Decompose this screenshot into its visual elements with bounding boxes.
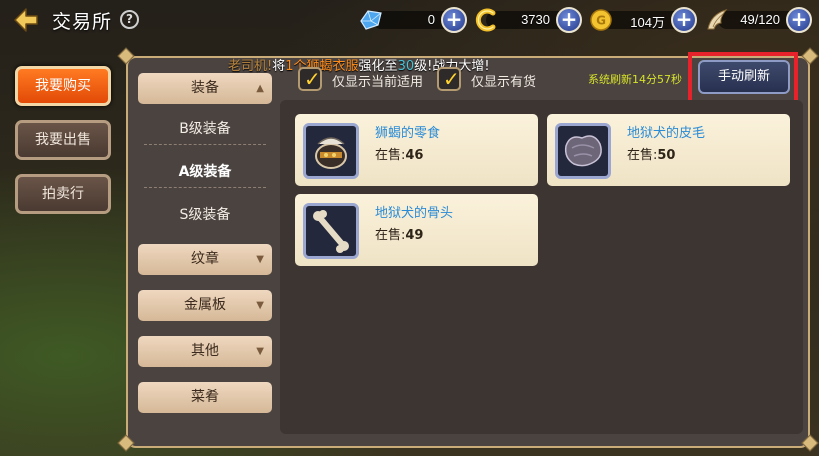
item-name: 地狱犬的骨头 [375, 206, 454, 221]
stock-label: 在售: [627, 148, 658, 163]
help-icon[interactable]: ? [120, 10, 139, 29]
lion-scorpion-snack-icon [303, 123, 359, 179]
item-card[interactable]: 地狱犬的骨头 在售:49 [295, 194, 538, 266]
chevron-down-icon: ▼ [256, 254, 264, 265]
stock-count: 50 [657, 148, 676, 163]
stock-label: 在售: [375, 228, 406, 243]
filter-only-in-stock[interactable]: ✓ 仅显示有货 [437, 67, 547, 91]
chevron-up-icon: ▲ [256, 83, 264, 94]
coin-icon: G [588, 7, 614, 33]
resource-c-currency: 3730 + [472, 7, 582, 33]
item-stock: 在售:50 [627, 144, 675, 163]
ticker-text: 将 [272, 59, 286, 74]
resource-gold: G 104万 + [588, 7, 697, 33]
add-c-currency-button[interactable]: + [556, 7, 582, 33]
add-crystal-button[interactable]: + [441, 7, 467, 33]
add-gold-button[interactable]: + [671, 7, 697, 33]
category-label: 装备 [191, 80, 219, 96]
resource-stamina: 49/120 + [704, 7, 812, 33]
category-emblem[interactable]: 纹章 ▼ [138, 244, 272, 275]
stock-label: 在售: [375, 148, 406, 163]
highlight-box [688, 52, 798, 104]
chevron-down-icon: ▼ [256, 300, 264, 311]
tab-buy[interactable]: 我要购买 [15, 66, 111, 106]
resource-value: 0 [427, 12, 435, 27]
divider [144, 144, 266, 145]
subcategory-b-equipment[interactable]: B级装备 [144, 116, 266, 142]
category-equipment[interactable]: 装备 ▲ [138, 73, 272, 104]
category-dishes[interactable]: 菜肴 [138, 382, 272, 413]
ticker-prefix: 老司机! [228, 59, 273, 74]
check-icon: ✓ [443, 67, 460, 91]
check-icon: ✓ [304, 67, 321, 91]
refresh-countdown: 系统刷新14分57秒 [588, 73, 682, 86]
filter-label: 仅显示有货 [471, 75, 537, 90]
ticker-count: 1 [285, 59, 294, 74]
item-stock: 在售:49 [375, 224, 423, 243]
svg-text:G: G [596, 14, 606, 28]
filter-label: 仅显示当前适用 [332, 75, 424, 90]
category-label: 纹章 [191, 251, 219, 267]
divider [144, 187, 266, 188]
item-stock: 在售:46 [375, 144, 423, 163]
category-label: 其他 [191, 343, 219, 359]
item-name: 狮蝎的零食 [375, 126, 441, 141]
wing-icon [704, 7, 730, 33]
chevron-down-icon: ▼ [256, 346, 264, 357]
stock-count: 49 [405, 228, 424, 243]
back-arrow-icon[interactable] [12, 6, 40, 34]
category-label: 金属板 [184, 297, 226, 313]
hellhound-bone-icon [303, 203, 359, 259]
tab-auction[interactable]: 拍卖行 [15, 174, 111, 214]
resource-value: 49/120 [740, 12, 780, 27]
resource-value: 3730 [521, 12, 550, 27]
top-bar: 交易所 ? 0 + 3730 + G 104万 + 49/120 + [0, 0, 819, 40]
tab-sell[interactable]: 我要出售 [15, 120, 111, 160]
category-other[interactable]: 其他 ▼ [138, 336, 272, 367]
item-card[interactable]: 地狱犬的皮毛 在售:50 [547, 114, 790, 186]
category-label: 菜肴 [191, 389, 219, 405]
c-coin-icon [472, 7, 498, 33]
stock-count: 46 [405, 148, 424, 163]
crystal-icon [358, 7, 384, 33]
hellhound-fur-icon [555, 123, 611, 179]
category-metal-plate[interactable]: 金属板 ▼ [138, 290, 272, 321]
checkbox[interactable]: ✓ [298, 67, 322, 91]
add-stamina-button[interactable]: + [786, 7, 812, 33]
checkbox[interactable]: ✓ [437, 67, 461, 91]
item-name: 地狱犬的皮毛 [627, 126, 706, 141]
subcategory-a-equipment[interactable]: A级装备 [144, 159, 266, 185]
subcategory-s-equipment[interactable]: S级装备 [144, 202, 266, 228]
resource-value: 104万 [630, 15, 665, 30]
item-card[interactable]: 狮蝎的零食 在售:46 [295, 114, 538, 186]
resource-crystal: 0 + [358, 7, 467, 33]
page-title: 交易所 [52, 11, 113, 33]
filter-only-applicable[interactable]: ✓ 仅显示当前适用 [298, 67, 438, 91]
